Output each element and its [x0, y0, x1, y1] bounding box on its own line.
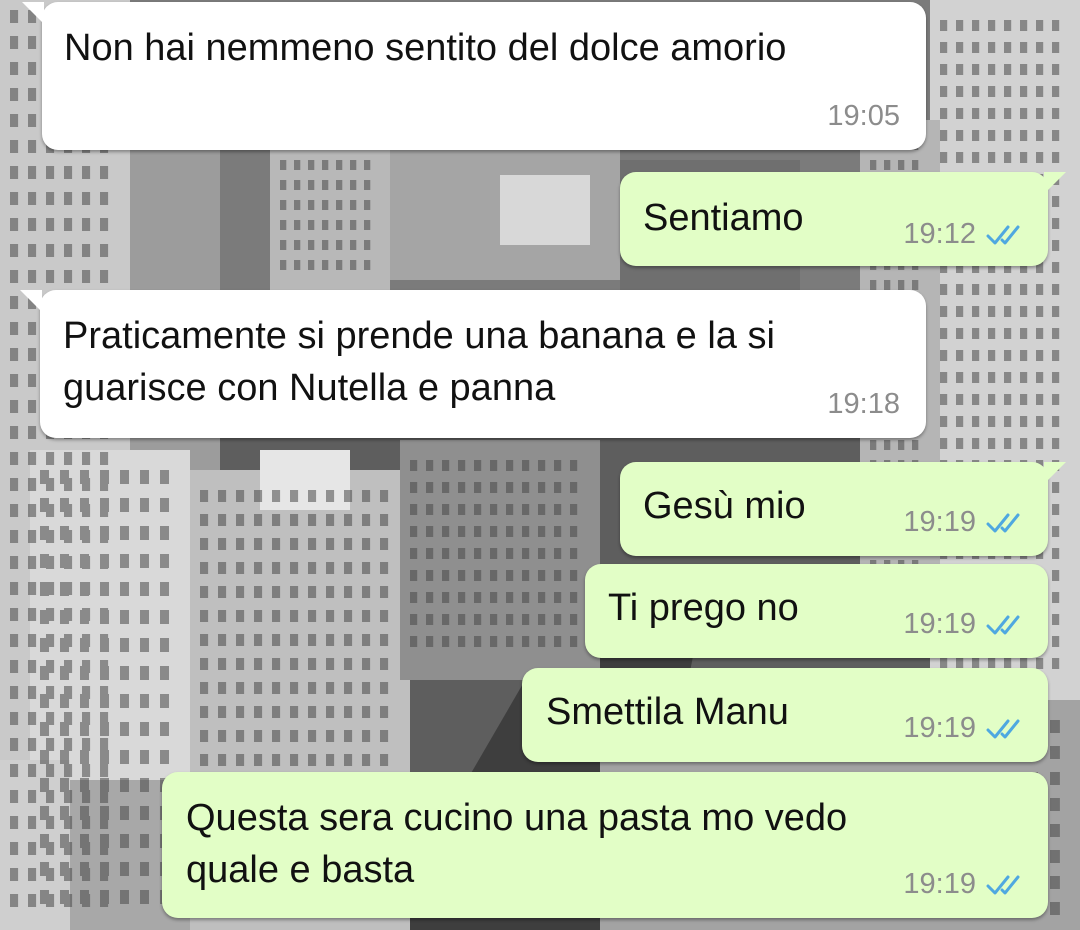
double-check-read-icon [986, 225, 1020, 244]
message-bubble-outgoing[interactable]: Questa sera cucino una pasta mo vedo qua… [162, 772, 1048, 918]
bubble-tail [1044, 172, 1066, 194]
bubble-tail [20, 290, 42, 312]
bubble-tail [1044, 462, 1066, 484]
double-check-read-icon [986, 513, 1020, 532]
message-time: 19:19 [903, 506, 976, 538]
message-text: Praticamente si prende una banana e la s… [63, 310, 775, 414]
message-bubble-outgoing[interactable]: Smettila Manu 19:19 [522, 668, 1048, 762]
message-meta: 19:18 [827, 388, 900, 421]
message-line: Non hai nemmeno sentito del dolce amorio [64, 27, 787, 69]
message-line: guarisce con Nutella e panna [63, 367, 556, 409]
double-check-read-icon [986, 615, 1020, 634]
message-time: 19:12 [903, 218, 976, 250]
message-text: Smettila Manu [546, 686, 789, 738]
message-text: Sentiamo [643, 192, 804, 244]
message-bubble-incoming[interactable]: Non hai nemmeno sentito del dolce amorio… [22, 2, 926, 150]
message-line: Smettila Manu [546, 691, 789, 733]
double-check-read-icon [986, 719, 1020, 738]
double-check-read-icon [986, 875, 1020, 894]
message-meta: 19:19 [903, 712, 1026, 745]
message-time: 19:18 [827, 388, 900, 420]
message-line: Gesù mio [643, 485, 806, 527]
message-bubble-outgoing[interactable]: Gesù mio 19:19 [620, 462, 1066, 556]
message-bubble-incoming[interactable]: Praticamente si prende una banana e la s… [20, 290, 926, 438]
message-line: Praticamente si prende una banana e la s… [63, 315, 775, 357]
message-time: 19:19 [903, 868, 976, 900]
message-meta: 19:19 [903, 608, 1026, 641]
bubble-tail [22, 2, 44, 24]
message-line: quale e basta [186, 849, 415, 891]
message-bubble-outgoing[interactable]: Ti prego no 19:19 [585, 564, 1048, 658]
message-time: 19:19 [903, 712, 976, 744]
message-text: Gesù mio [643, 480, 806, 532]
message-meta: 19:19 [903, 868, 1026, 901]
message-line: Sentiamo [643, 197, 804, 239]
message-text: Questa sera cucino una pasta mo vedo qua… [186, 792, 847, 896]
message-time: 19:05 [827, 100, 900, 132]
message-bubble-outgoing[interactable]: Sentiamo 19:12 [620, 172, 1066, 266]
message-meta: 19:19 [903, 506, 1026, 539]
message-line: Ti prego no [608, 587, 799, 629]
message-text: Non hai nemmeno sentito del dolce amorio [64, 22, 786, 74]
message-text: Ti prego no [608, 582, 799, 634]
message-meta: 19:12 [903, 218, 1026, 251]
message-meta: 19:05 [827, 100, 900, 133]
message-line: Questa sera cucino una pasta mo vedo [186, 797, 848, 839]
message-time: 19:19 [903, 608, 976, 640]
